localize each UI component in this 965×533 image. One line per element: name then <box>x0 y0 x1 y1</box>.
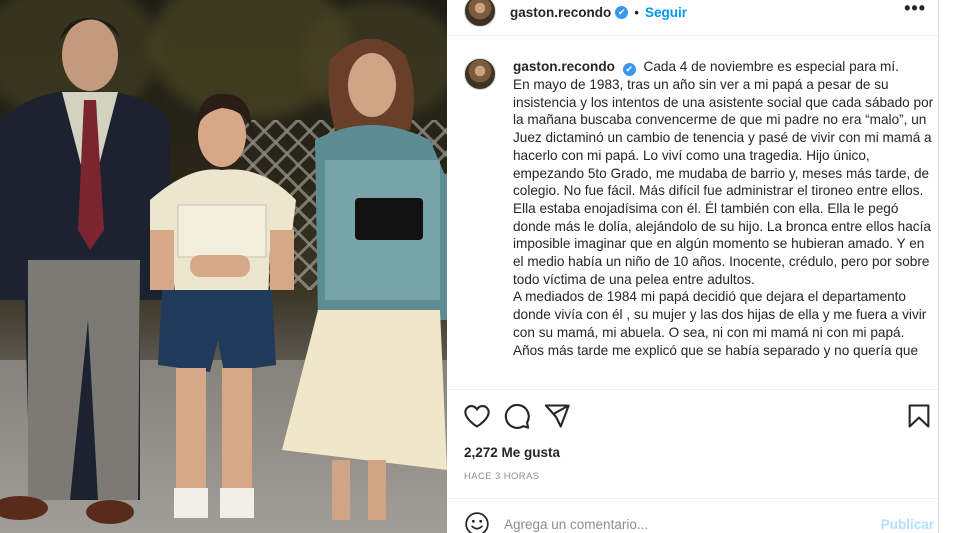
more-options-icon[interactable]: ••• <box>904 0 926 19</box>
caption-username[interactable]: gaston.recondo <box>513 59 615 74</box>
caption-text: gaston.recondo ✔ Cada 4 de noviembre es … <box>513 58 934 388</box>
photo-figures <box>0 18 447 524</box>
caption-paragraph: En mayo de 1983, tras un año sin ver a m… <box>513 77 934 287</box>
post-details-panel: gaston.recondo ✔ • Seguir ••• gaston.rec… <box>447 0 938 533</box>
separator-dot: • <box>634 5 639 20</box>
caption-area: gaston.recondo ✔ Cada 4 de noviembre es … <box>464 58 934 388</box>
verified-badge-icon: ✔ <box>615 6 629 19</box>
paper-plane-icon[interactable] <box>543 402 571 430</box>
divider <box>447 498 938 499</box>
comment-input[interactable]: Agrega un comentario... <box>504 517 881 532</box>
heart-icon[interactable] <box>463 402 491 430</box>
post-header: gaston.recondo ✔ • Seguir ••• <box>447 0 938 36</box>
author-avatar[interactable] <box>464 0 496 27</box>
add-comment-row: Agrega un comentario... Publicar <box>464 510 934 533</box>
bookmark-icon[interactable] <box>905 402 933 430</box>
author-username[interactable]: gaston.recondo <box>510 5 611 20</box>
verified-badge-icon: ✔ <box>622 63 636 76</box>
caption-author-avatar[interactable] <box>464 58 496 90</box>
publish-button[interactable]: Publicar <box>881 517 934 532</box>
smiley-icon[interactable] <box>464 511 490 533</box>
right-gutter <box>939 0 965 533</box>
post-photo <box>0 0 447 533</box>
likes-count[interactable]: 2,272 Me gusta <box>464 445 560 460</box>
divider <box>447 389 938 390</box>
caption-line: Cada 4 de noviembre es especial para mí. <box>643 59 899 74</box>
follow-button[interactable]: Seguir <box>645 5 687 20</box>
author-username-row: gaston.recondo ✔ • Seguir <box>510 5 687 20</box>
comment-bubble-icon[interactable] <box>503 402 531 430</box>
post-timestamp[interactable]: HACE 3 HORAS <box>464 471 540 482</box>
post-actions-bar <box>463 402 933 430</box>
caption-paragraph: A mediados de 1984 mi papá decidió que d… <box>513 289 927 358</box>
